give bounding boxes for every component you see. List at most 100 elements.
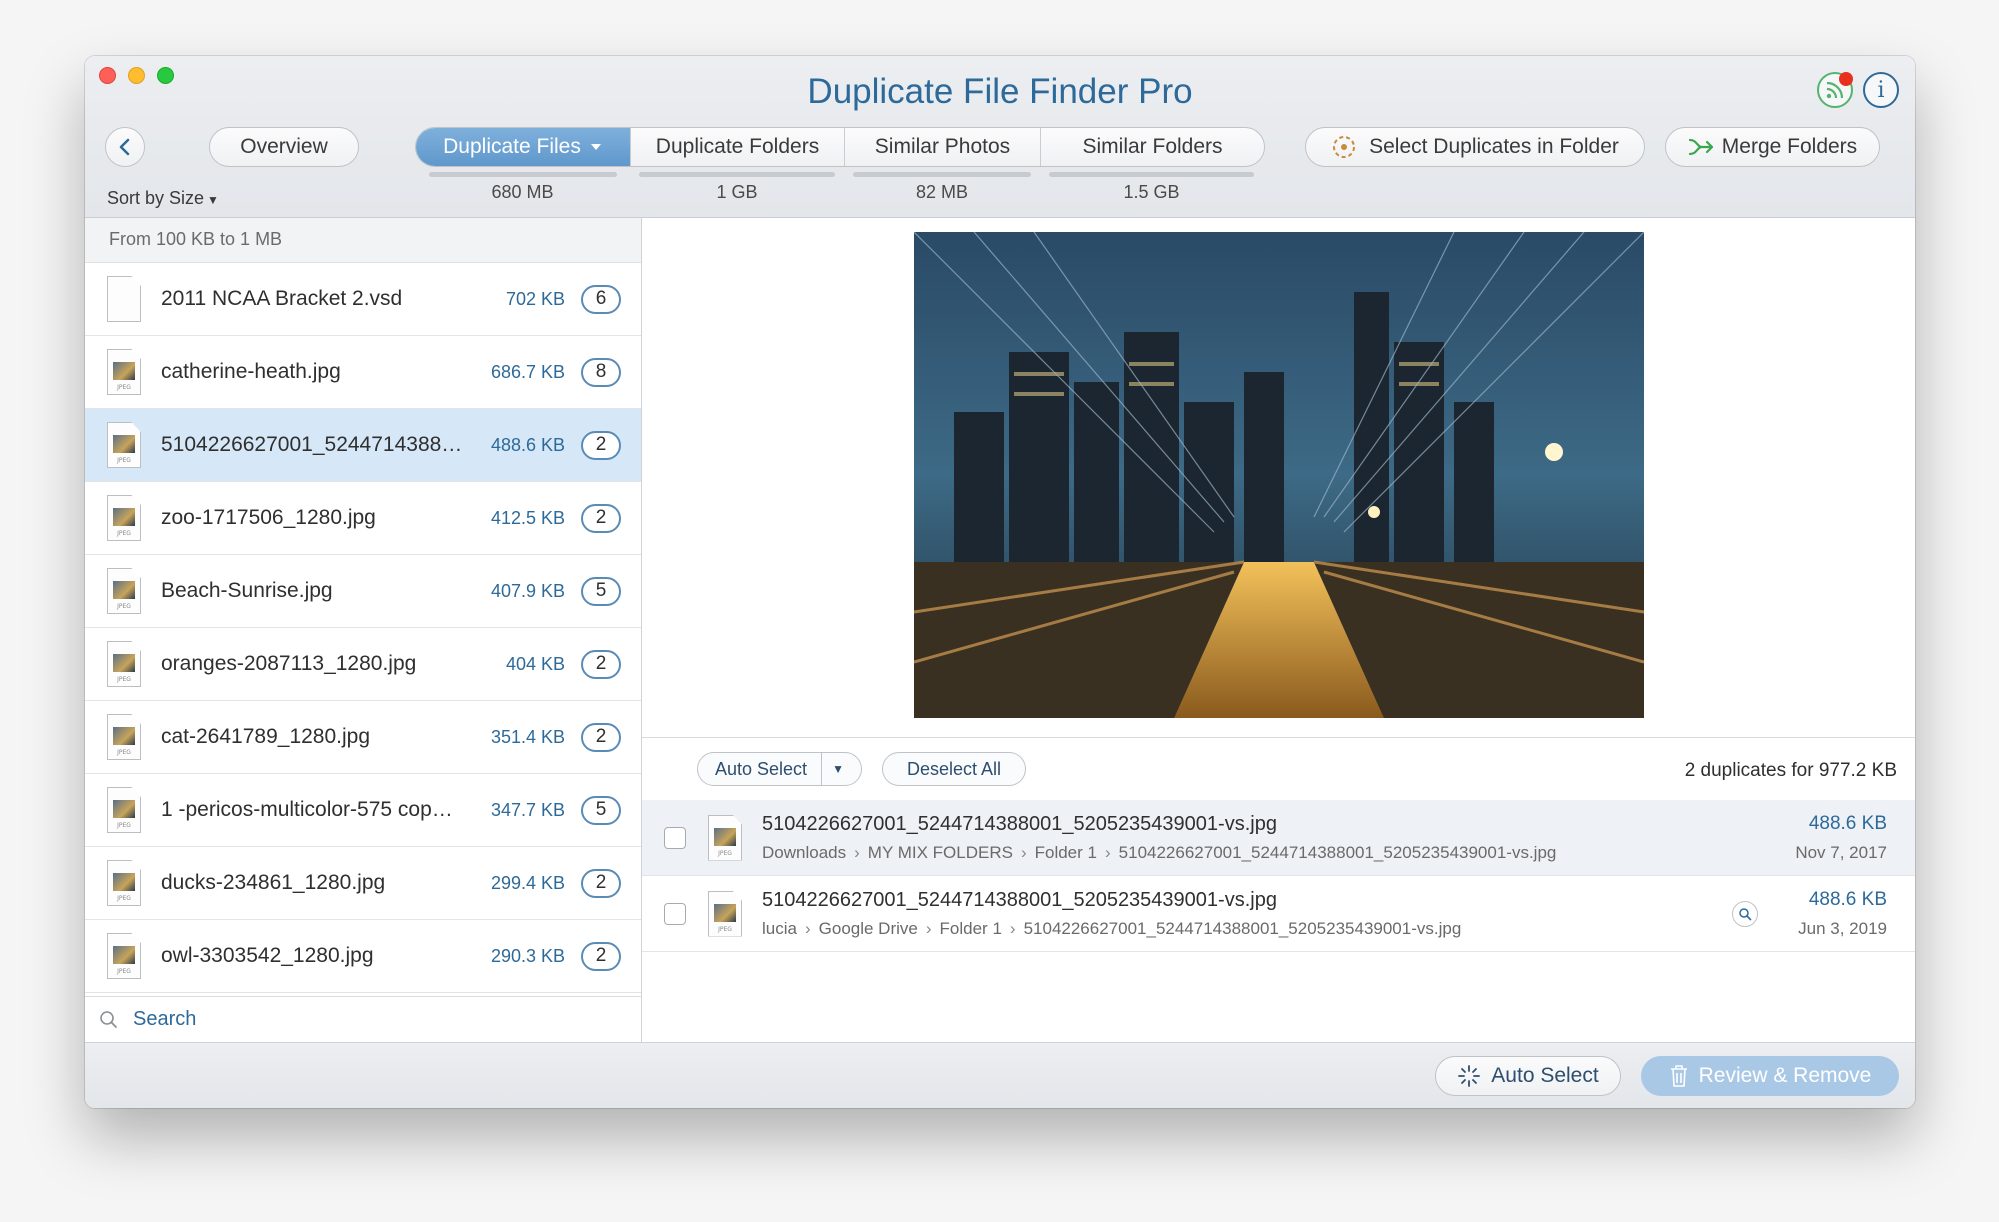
size-bar — [428, 172, 617, 177]
file-size: 488.6 KB — [490, 434, 565, 455]
path-segment[interactable]: lucia — [762, 919, 797, 939]
review-and-remove-button[interactable]: Review & Remove — [1641, 1056, 1899, 1096]
file-row[interactable]: JPEG catherine-heath.jpg 686.7 KB 8 — [85, 336, 641, 409]
path-segment[interactable]: Folder 1 — [940, 919, 1002, 939]
jpeg-icon: JPEG — [107, 568, 141, 614]
duplicate-count-badge: 2 — [581, 503, 621, 533]
jpeg-icon: JPEG — [107, 641, 141, 687]
size-bar — [1049, 172, 1254, 177]
file-name: 2011 NCAA Bracket 2.vsd — [161, 287, 403, 310]
duplicate-row[interactable]: JPEG 5104226627001_5244714388001_52052354… — [642, 876, 1915, 952]
tab-label: Duplicate Files — [443, 135, 581, 158]
path-segment[interactable]: 5104226627001_5244714388001_520523543900… — [1024, 919, 1462, 939]
tab-sizes: 680 MB 1 GB 82 MB 1.5 GB — [415, 172, 1263, 203]
path-segment[interactable]: Google Drive — [819, 919, 918, 939]
file-row[interactable]: 2011 NCAA Bracket 2.vsd 702 KB 6 — [85, 263, 641, 336]
auto-select-bottom-button[interactable]: Auto Select — [1435, 1056, 1621, 1096]
tab-similar-folders[interactable]: Similar Folders — [1041, 128, 1264, 166]
size-label: 82 MB — [915, 182, 969, 202]
tab-size-similar-photos: 82 MB — [844, 172, 1040, 203]
file-size: 412.5 KB — [490, 507, 565, 528]
tab-size-duplicate-folders: 1 GB — [630, 172, 844, 203]
path-segment[interactable]: 5104226627001_5244714388001_520523543900… — [1119, 843, 1557, 863]
jpeg-icon: JPEG — [107, 349, 141, 395]
toolbar: Duplicate File Finder Pro i Overview Dup… — [85, 56, 1915, 218]
deselect-all-button[interactable]: Deselect All — [882, 752, 1026, 786]
file-row[interactable]: JPEG owl-3303542_1280.jpg 290.3 KB 2 — [85, 920, 641, 993]
tab-duplicate-folders[interactable]: Duplicate Folders — [631, 128, 845, 166]
back-button[interactable] — [105, 127, 145, 167]
path-segment[interactable]: MY MIX FOLDERS — [868, 843, 1013, 863]
path-separator-icon: › — [1009, 918, 1016, 938]
path-separator-icon: › — [1104, 842, 1111, 862]
jpeg-icon: JPEG — [107, 933, 141, 979]
sort-by-size-dropdown[interactable]: Sort by Size ▼ — [107, 188, 219, 209]
file-row[interactable]: JPEG ducks-234861_1280.jpg 299.4 KB 2 — [85, 847, 641, 920]
target-icon — [1333, 136, 1356, 158]
duplicate-checkbox[interactable] — [664, 826, 686, 849]
file-name: zoo-1717506_1280.jpg — [161, 506, 376, 529]
jpeg-icon: JPEG — [107, 714, 141, 760]
file-size: 686.7 KB — [490, 361, 565, 382]
jpeg-icon: JPEG — [708, 814, 742, 861]
file-name: catherine-heath.jpg — [161, 360, 341, 383]
duplicate-count-badge: 2 — [581, 649, 621, 679]
file-row[interactable]: JPEG 5104226627001_5244714388… 488.6 KB 2 — [85, 409, 641, 482]
duplicates-toolbar: Auto Select ▼ Deselect All 2 duplicates … — [642, 738, 1915, 800]
duplicate-row[interactable]: JPEG 5104226627001_5244714388001_52052354… — [642, 800, 1915, 876]
group-header: From 100 KB to 1 MB — [85, 218, 641, 263]
size-label: 680 MB — [491, 182, 554, 202]
tab-duplicate-files[interactable]: Duplicate Files — [416, 128, 631, 166]
overview-button[interactable]: Overview — [209, 127, 359, 167]
notification-dot — [1839, 72, 1853, 86]
file-name: oranges-2087113_1280.jpg — [161, 652, 417, 675]
tab-size-duplicate-files: 680 MB — [415, 172, 630, 203]
search-placeholder: Search — [133, 1008, 197, 1030]
preview-image — [914, 232, 1644, 718]
duplicate-count-badge: 2 — [581, 868, 621, 898]
path-separator-icon: › — [1020, 842, 1027, 862]
tab-size-similar-folders: 1.5 GB — [1040, 172, 1263, 203]
file-size: 290.3 KB — [490, 945, 565, 966]
duplicate-path: lucia › Google Drive › Folder 1 › 510422662700… — [762, 919, 1732, 939]
auto-select-bottom-label: Auto Select — [1491, 1064, 1599, 1087]
file-name: ducks-234861_1280.jpg — [161, 871, 386, 894]
file-row[interactable]: JPEG zoo-1717506_1280.jpg 412.5 KB 2 — [85, 482, 641, 555]
duplicate-count-badge: 5 — [581, 576, 621, 606]
file-row[interactable]: JPEG oranges-2087113_1280.jpg 404 KB 2 — [85, 628, 641, 701]
auto-select-split-button: Auto Select ▼ — [697, 752, 862, 786]
path-segment[interactable]: Folder 1 — [1035, 843, 1097, 863]
detail-pane: Auto Select ▼ Deselect All 2 duplicates … — [642, 218, 1915, 1042]
select-duplicates-in-folder-button[interactable]: Select Duplicates in Folder — [1305, 127, 1645, 167]
file-size: 351.4 KB — [490, 726, 565, 747]
sort-label: Sort by Size — [107, 188, 205, 208]
file-name: 5104226627001_5244714388… — [161, 433, 463, 456]
file-size: 407.9 KB — [490, 580, 565, 601]
top-icons: i — [1817, 72, 1899, 108]
duplicate-size: 488.6 KB — [1808, 812, 1887, 834]
file-row[interactable]: JPEG Beach-Sunrise.jpg 407.9 KB 5 — [85, 555, 641, 628]
merge-folders-button[interactable]: Merge Folders — [1665, 127, 1880, 167]
auto-select-button[interactable]: Auto Select — [698, 753, 823, 785]
reveal-in-finder-icon[interactable] — [1732, 900, 1759, 927]
jpeg-icon: JPEG — [107, 787, 141, 833]
duplicate-count-badge: 2 — [581, 941, 621, 971]
file-row[interactable]: JPEG 1 -pericos-multicolor-575 cop… 347.7 … — [85, 774, 641, 847]
file-row[interactable]: JPEG cat-2641789_1280.jpg 351.4 KB 2 — [85, 701, 641, 774]
file-name: Beach-Sunrise.jpg — [161, 579, 333, 602]
auto-select-menu-arrow-icon[interactable]: ▼ — [822, 762, 854, 776]
duplicate-checkbox[interactable] — [664, 902, 686, 925]
info-icon[interactable]: i — [1863, 72, 1899, 108]
tab-similar-photos[interactable]: Similar Photos — [845, 128, 1041, 166]
duplicate-size: 488.6 KB — [1808, 888, 1887, 910]
trash-icon — [1670, 1065, 1687, 1087]
file-list: 2011 NCAA Bracket 2.vsd 702 KB 6 JPEG cather… — [85, 263, 641, 993]
merge-icon — [1688, 138, 1713, 156]
rss-icon[interactable] — [1817, 72, 1853, 108]
duplicate-date: Nov 7, 2017 — [1795, 842, 1887, 862]
jpeg-icon: JPEG — [107, 495, 141, 541]
path-segment[interactable]: Downloads — [762, 843, 846, 863]
path-separator-icon: › — [854, 842, 860, 862]
duplicate-meta: 488.6 KB Nov 7, 2017 — [1795, 813, 1887, 863]
search-field[interactable]: Search — [85, 996, 641, 1042]
